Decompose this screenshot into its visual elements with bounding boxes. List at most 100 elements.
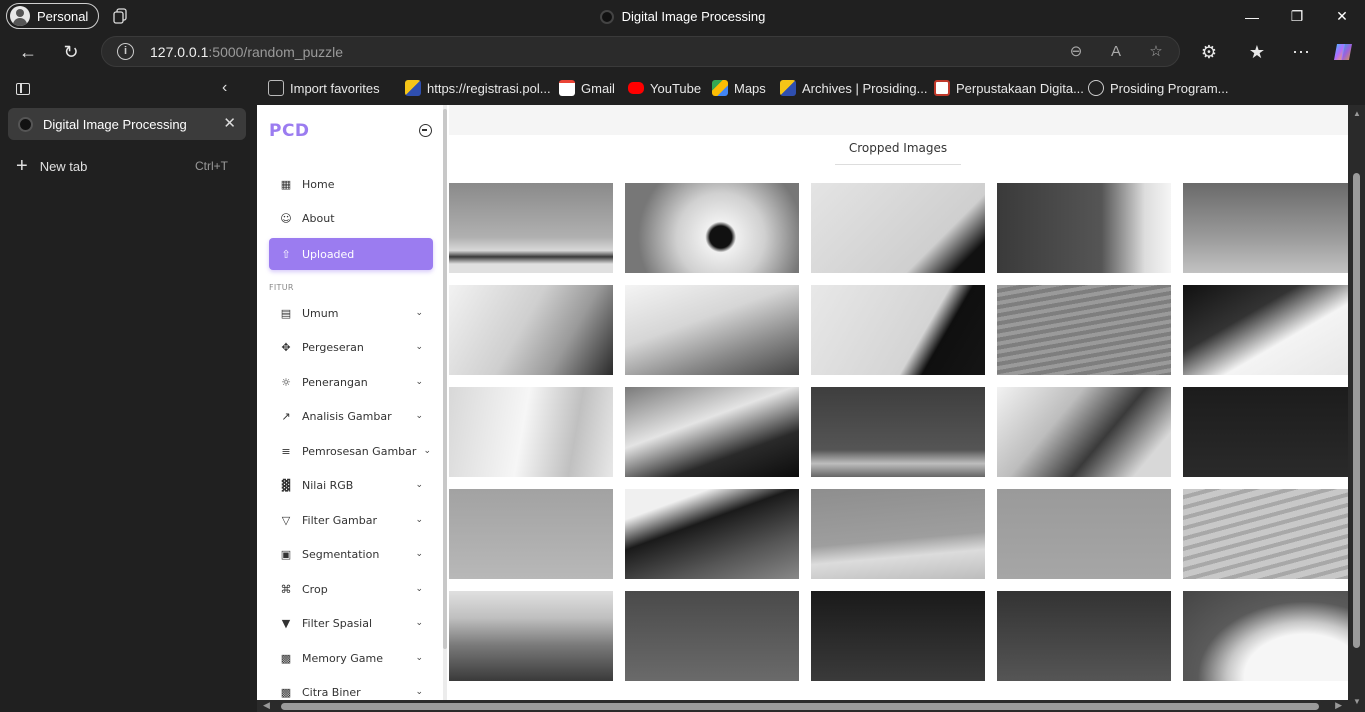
menu-home[interactable]: ▦ Home bbox=[269, 168, 433, 200]
close-icon[interactable]: ✕ bbox=[1319, 0, 1365, 33]
import-icon bbox=[268, 80, 284, 96]
url-text[interactable]: 127.0.0.1:5000/random_puzzle bbox=[150, 44, 343, 60]
puzzle-tile[interactable] bbox=[449, 183, 613, 273]
favorite-youtube[interactable]: YouTube bbox=[628, 79, 701, 97]
puzzle-tile[interactable] bbox=[997, 591, 1171, 681]
workspaces-icon[interactable] bbox=[112, 8, 128, 24]
puzzle-tile[interactable] bbox=[625, 387, 799, 477]
puzzle-tile[interactable] bbox=[625, 591, 799, 681]
back-arrow-icon[interactable]: ← bbox=[16, 40, 40, 64]
extensions-icon[interactable]: ⚙ bbox=[1197, 40, 1221, 64]
puzzle-tile[interactable] bbox=[811, 387, 985, 477]
new-tab-label: New tab bbox=[39, 158, 88, 174]
puzzle-tile[interactable] bbox=[811, 285, 985, 375]
puzzle-tile[interactable] bbox=[811, 591, 985, 681]
puzzle-tile[interactable] bbox=[811, 183, 985, 273]
zoom-out-icon[interactable]: ⊖ bbox=[1067, 43, 1085, 61]
app-sidebar: PCD ▦ Home ☺ About ⇧ Uploaded FITUR ▤ Um… bbox=[257, 105, 447, 700]
favorite-gmail[interactable]: Gmail bbox=[559, 79, 615, 97]
puzzle-tile[interactable] bbox=[625, 183, 799, 273]
favorite-import[interactable]: Import favorites bbox=[268, 79, 380, 97]
favorite-maps[interactable]: Maps bbox=[712, 79, 766, 97]
vertical-tabs-pane: ‹ Digital Image Processing ✕ + New tab C… bbox=[0, 71, 256, 712]
upload-icon: ⇧ bbox=[281, 247, 291, 261]
tab-actions-icon[interactable] bbox=[16, 83, 30, 95]
puzzle-tile[interactable] bbox=[449, 285, 613, 375]
sliders-icon: ≡ bbox=[281, 444, 291, 458]
favorite-star-icon[interactable]: ☆ bbox=[1147, 43, 1165, 61]
menu-filter-spasial[interactable]: ▼ Filter Spasial ⌄ bbox=[269, 607, 433, 639]
puzzle-tile[interactable] bbox=[997, 183, 1171, 273]
top-navbar bbox=[449, 105, 1348, 135]
library-icon bbox=[934, 80, 950, 96]
menu-about[interactable]: ☺ About bbox=[269, 202, 433, 234]
gmail-icon bbox=[559, 80, 575, 96]
user-icon: ☺ bbox=[280, 211, 292, 225]
close-tab-icon[interactable]: ✕ bbox=[223, 114, 236, 132]
page-scroll-thumb[interactable] bbox=[1353, 173, 1360, 648]
window-title: Digital Image Processing bbox=[0, 0, 1365, 33]
puzzle-tile[interactable] bbox=[1183, 591, 1348, 681]
puzzle-tile[interactable] bbox=[1183, 285, 1348, 375]
menu-citra-biner[interactable]: ▩ Citra Biner ⌄ bbox=[269, 676, 433, 700]
menu-pemrosesan-gambar[interactable]: ≡ Pemrosesan Gambar ⌄ bbox=[269, 435, 433, 467]
section-label-fitur: FITUR bbox=[269, 283, 294, 292]
puzzle-tile[interactable] bbox=[997, 489, 1171, 579]
scroll-left-icon[interactable]: ◀ bbox=[263, 700, 270, 711]
favorite-registrasi[interactable]: https://registrasi.pol... bbox=[405, 79, 551, 97]
menu-memory-game[interactable]: ▩ Memory Game ⌄ bbox=[269, 642, 433, 674]
scroll-down-icon[interactable]: ▼ bbox=[1353, 697, 1361, 706]
sidebar-scrollbar[interactable] bbox=[443, 105, 447, 700]
restore-icon[interactable]: ❐ bbox=[1274, 0, 1320, 33]
puzzle-tile[interactable] bbox=[997, 387, 1171, 477]
favorites-icon[interactable]: ★ bbox=[1245, 40, 1269, 64]
puzzle-tile[interactable] bbox=[625, 285, 799, 375]
horizontal-scroll-thumb[interactable] bbox=[281, 703, 1319, 710]
favorite-archives[interactable]: Archives | Prosiding... bbox=[780, 79, 927, 97]
read-aloud-icon[interactable]: A bbox=[1107, 43, 1125, 61]
more-icon[interactable]: ⋯ bbox=[1289, 40, 1313, 64]
menu-segmentation[interactable]: ▣ Segmentation ⌄ bbox=[269, 538, 433, 570]
puzzle-tile[interactable] bbox=[449, 489, 613, 579]
menu-nilai-rgb[interactable]: ▓ Nilai RGB ⌄ bbox=[269, 469, 433, 501]
address-bar[interactable]: i 127.0.0.1:5000/random_puzzle ⊖ A ☆ bbox=[101, 36, 1180, 67]
web-content: PCD ▦ Home ☺ About ⇧ Uploaded FITUR ▤ Um… bbox=[257, 105, 1348, 700]
new-tab-button[interactable]: + New tab Ctrl+T bbox=[16, 156, 238, 176]
funnel-icon: ▼ bbox=[281, 616, 291, 630]
menu-analisis-gambar[interactable]: ↗ Analisis Gambar ⌄ bbox=[269, 400, 433, 432]
page-vertical-scrollbar[interactable]: ▲ ▼ bbox=[1348, 105, 1365, 712]
collapse-pane-icon[interactable]: ‹ bbox=[222, 79, 227, 97]
puzzle-tile[interactable] bbox=[449, 387, 613, 477]
menu-penerangan[interactable]: ☼ Penerangan ⌄ bbox=[269, 366, 433, 398]
navigation-bar: ← ↻ i 127.0.0.1:5000/random_puzzle ⊖ A ☆… bbox=[0, 33, 1365, 71]
puzzle-tile[interactable] bbox=[1183, 387, 1348, 477]
page-horizontal-scrollbar[interactable]: ◀ ▶ bbox=[257, 700, 1348, 712]
brand-logo[interactable]: PCD bbox=[269, 121, 310, 141]
profile-button[interactable]: Personal bbox=[6, 3, 100, 29]
copilot-icon[interactable] bbox=[1331, 40, 1355, 64]
chevron-down-icon: ⌄ bbox=[423, 446, 431, 456]
puzzle-tile[interactable] bbox=[811, 489, 985, 579]
sidebar-scroll-thumb[interactable] bbox=[443, 109, 447, 649]
site-favicon-icon bbox=[599, 9, 614, 24]
tab-digital-image-processing[interactable]: Digital Image Processing ✕ bbox=[8, 108, 246, 140]
line-chart-icon: ↗ bbox=[281, 409, 291, 423]
puzzle-tile[interactable] bbox=[997, 285, 1171, 375]
puzzle-tile[interactable] bbox=[449, 591, 613, 681]
favorite-perpustakaan[interactable]: Perpustakaan Digita... bbox=[934, 79, 1084, 97]
scroll-up-icon[interactable]: ▲ bbox=[1353, 109, 1361, 118]
scroll-right-icon[interactable]: ▶ bbox=[1335, 700, 1342, 711]
menu-uploaded[interactable]: ⇧ Uploaded bbox=[269, 238, 433, 270]
menu-pergeseran[interactable]: ✥ Pergeseran ⌄ bbox=[269, 331, 433, 363]
puzzle-tile[interactable] bbox=[1183, 489, 1348, 579]
menu-umum[interactable]: ▤ Umum ⌄ bbox=[269, 297, 433, 329]
sidebar-toggle-icon[interactable] bbox=[419, 124, 432, 137]
puzzle-tile[interactable] bbox=[625, 489, 799, 579]
site-info-icon[interactable]: i bbox=[117, 43, 134, 60]
favorite-prosiding[interactable]: Prosiding Program... bbox=[1088, 79, 1229, 97]
minimize-icon[interactable]: — bbox=[1229, 0, 1275, 33]
menu-crop[interactable]: ⌘ Crop ⌄ bbox=[269, 573, 433, 605]
menu-filter-gambar[interactable]: ▽ Filter Gambar ⌄ bbox=[269, 504, 433, 536]
refresh-icon[interactable]: ↻ bbox=[59, 40, 83, 64]
puzzle-tile[interactable] bbox=[1183, 183, 1348, 273]
